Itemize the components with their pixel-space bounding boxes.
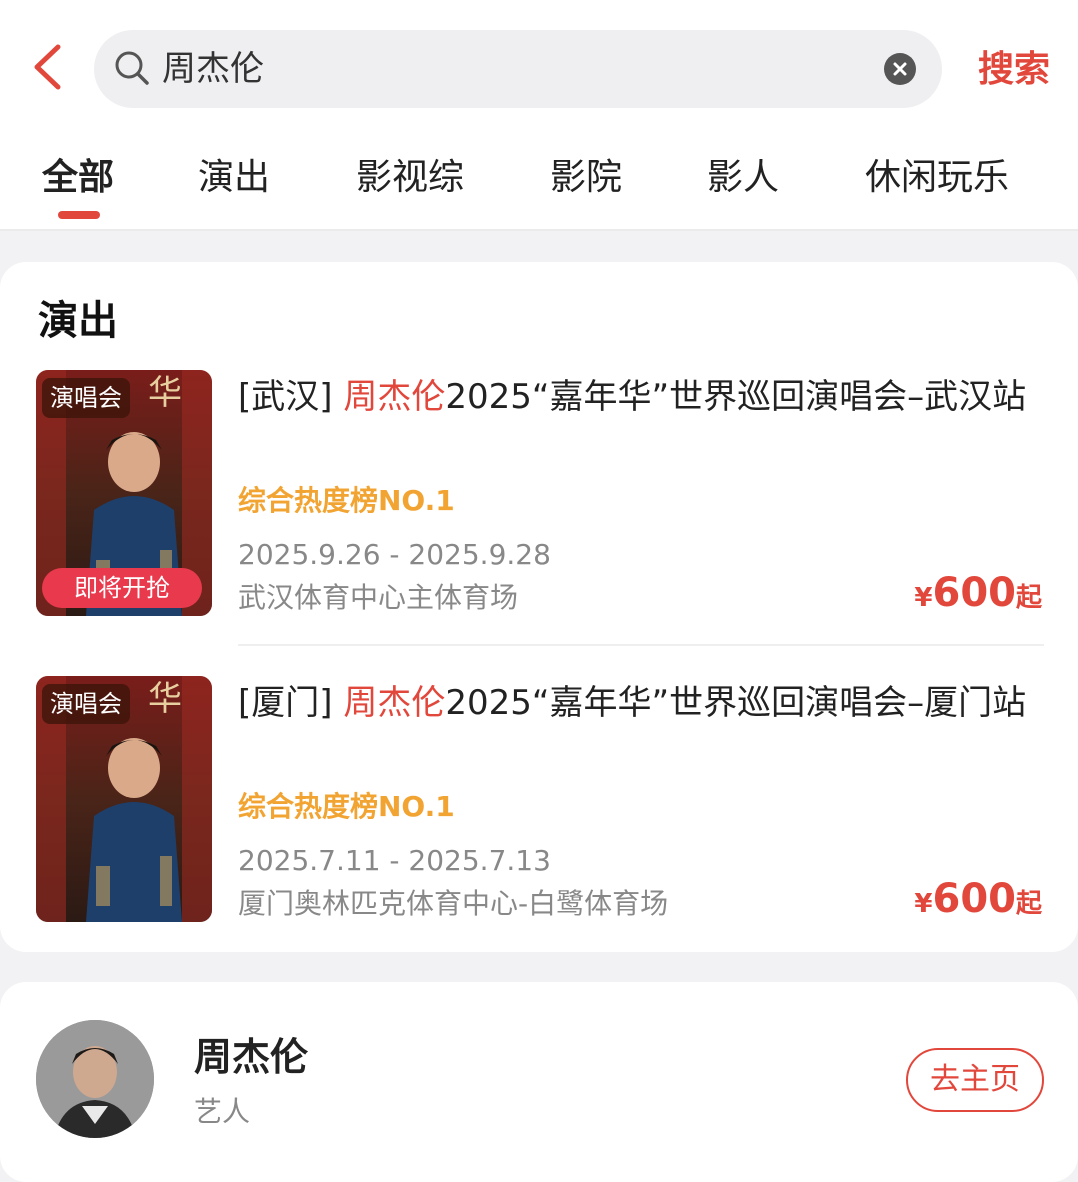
price-currency: ¥ <box>914 889 933 919</box>
tab-people[interactable]: 影人 <box>707 156 779 200</box>
price-suffix: 起 <box>1015 889 1042 919</box>
avatar[interactable] <box>36 1020 154 1138</box>
tab-leisure[interactable]: 休闲玩乐 <box>865 156 1009 200</box>
event-dates: 2025.7.11 - 2025.7.13 <box>238 844 551 877</box>
event-title[interactable]: [武汉] 周杰伦2025“嘉年华”世界巡回演唱会–武汉站 <box>238 372 1038 422</box>
price-currency: ¥ <box>914 583 933 613</box>
poster-category-badge: 演唱会 <box>42 378 130 418</box>
top-bar: 周杰伦 搜索 全部 演出 影视综 影院 影人 休闲玩乐 <box>0 0 1078 231</box>
search-button[interactable]: 搜索 <box>978 48 1050 92</box>
artist-name: 周杰伦 <box>194 1035 309 1079</box>
tab-film-tv-variety[interactable]: 影视综 <box>356 156 464 200</box>
event-rank-badge: 综合热度榜NO.1 <box>238 484 455 517</box>
header-divider <box>0 229 1078 231</box>
price-suffix: 起 <box>1015 583 1042 613</box>
search-icon <box>115 51 149 85</box>
tab-cinemas[interactable]: 影院 <box>550 156 622 200</box>
event-city-tag: [厦门] <box>238 683 333 723</box>
event-poster[interactable]: 华 演唱会 即将开抢 <box>36 370 212 616</box>
section-title: 演出 <box>38 298 118 344</box>
event-artist-highlight: 周杰伦 <box>343 377 446 417</box>
poster-category-badge: 演唱会 <box>42 684 130 724</box>
event-title-text: 2025“嘉年华”世界巡回演唱会–厦门站 <box>445 683 1027 723</box>
event-price: ¥600起 <box>914 570 1042 616</box>
go-to-homepage-button[interactable]: 去主页 <box>906 1048 1044 1112</box>
back-button[interactable] <box>22 42 72 92</box>
event-rank-badge: 综合热度榜NO.1 <box>238 790 455 823</box>
event-venue: 武汉体育中心主体育场 <box>238 581 519 614</box>
active-tab-indicator <box>58 211 100 219</box>
close-icon <box>893 62 907 76</box>
svg-text:华: 华 <box>148 679 182 719</box>
tab-all[interactable]: 全部 <box>42 156 114 200</box>
event-price: ¥600起 <box>914 876 1042 922</box>
coming-soon-badge: 即将开抢 <box>42 568 202 608</box>
chevron-left-icon <box>34 44 61 90</box>
event-city-tag: [武汉] <box>238 377 333 417</box>
event-artist-highlight: 周杰伦 <box>343 683 446 723</box>
svg-text:华: 华 <box>148 373 182 413</box>
event-title-text: 2025“嘉年华”世界巡回演唱会–武汉站 <box>445 377 1027 417</box>
clear-search-button[interactable] <box>884 53 916 85</box>
event-poster[interactable]: 华 演唱会 <box>36 676 212 922</box>
search-query-text: 周杰伦 <box>162 49 264 89</box>
search-input[interactable]: 周杰伦 <box>94 30 942 108</box>
price-value: 600 <box>932 876 1016 922</box>
artist-avatar-image <box>36 1020 154 1138</box>
price-value: 600 <box>932 570 1016 616</box>
tab-shows[interactable]: 演出 <box>198 156 270 200</box>
list-divider <box>238 644 1044 646</box>
event-title[interactable]: [厦门] 周杰伦2025“嘉年华”世界巡回演唱会–厦门站 <box>238 678 1038 728</box>
artist-role: 艺人 <box>194 1095 251 1128</box>
event-dates: 2025.9.26 - 2025.9.28 <box>238 538 551 571</box>
event-venue: 厦门奥林匹克体育中心-白鹭体育场 <box>238 887 669 920</box>
